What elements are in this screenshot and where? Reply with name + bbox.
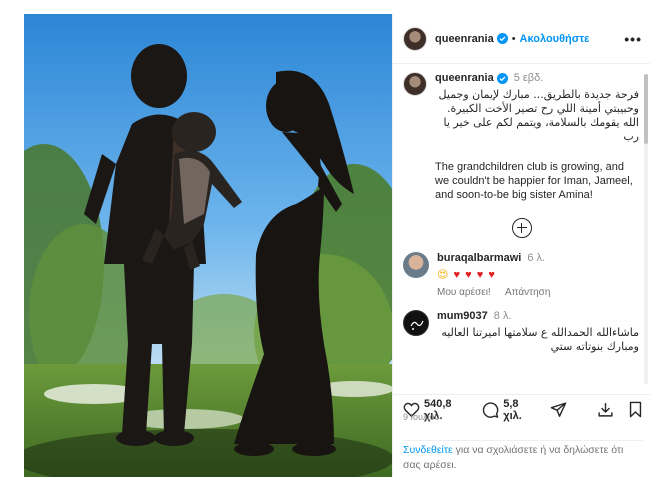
post-image — [24, 14, 392, 477]
caption-arabic-line: وحبيبتي أمينة اللي رح تصير الأخت الكبيرة… — [446, 102, 639, 115]
post-date[interactable]: 9 Ιουλίου — [403, 412, 439, 422]
download-icon — [598, 403, 613, 417]
caption-english: The grandchildren club is growing, and w… — [435, 161, 633, 201]
caption-arabic-line: رب — [623, 130, 639, 143]
comment-username[interactable]: buraqalbarmawi — [437, 252, 521, 264]
bookmark-icon — [629, 401, 642, 418]
comment-item: buraqalbarmawi 6 λ. 😍 ♥ ♥ ♥ ♥ Μου αρέσει… — [393, 252, 650, 298]
comment-actions: Μου αρέσει! Απάντηση — [437, 287, 639, 298]
login-prompt: Συνδεθείτε για να σχολιάσετε ή να δηλώσε… — [403, 440, 643, 473]
comment-username[interactable]: mum9037 — [437, 310, 488, 322]
caption-avatar[interactable] — [403, 72, 427, 96]
heart-eyes-emoji-icon: 😍 — [437, 269, 450, 281]
save-button[interactable] — [628, 401, 643, 418]
comment-avatar[interactable] — [403, 310, 429, 336]
share-icon — [550, 402, 567, 417]
login-link[interactable]: Συνδεθείτε — [403, 444, 453, 456]
comment-body: buraqalbarmawi 6 λ. 😍 ♥ ♥ ♥ ♥ Μου αρέσει… — [437, 252, 639, 298]
comment-item: mum9037 8 λ. ماشاءالله الحمدالله ع سلامت… — [393, 310, 650, 354]
instagram-post: queenrania • Ακολουθήστε ••• queenrania — [24, 14, 650, 477]
caption-username[interactable]: queenrania — [435, 72, 494, 84]
comments-count: 5,8 χιλ. — [503, 397, 522, 422]
post-sidebar: queenrania • Ακολουθήστε ••• queenrania — [392, 14, 650, 477]
comment-time[interactable]: 6 λ. — [527, 252, 545, 264]
avatar-calligraphy-icon — [410, 320, 424, 330]
red-heart-emoji-icon: ♥ — [476, 269, 485, 281]
comment-like-button[interactable]: Μου αρέσει! — [437, 287, 491, 298]
comment-icon — [483, 401, 499, 418]
caption-time[interactable]: 5 εβδ. — [514, 72, 544, 84]
header-username[interactable]: queenrania — [435, 33, 494, 45]
red-heart-emoji-icon: ♥ — [465, 269, 473, 281]
comment-avatar[interactable] — [403, 252, 429, 278]
scrollbar-thumb[interactable] — [644, 74, 648, 144]
post-photo[interactable] — [24, 14, 392, 477]
comments-list[interactable]: queenrania 5 εβδ. فرحة جديدة بالطريق... … — [393, 64, 650, 394]
comment-time[interactable]: 8 λ. — [494, 310, 512, 322]
comments-scrollbar[interactable] — [644, 74, 648, 384]
caption-arabic-line: الله يقومك بالسلامة، ويتمم لكم على خير ي… — [443, 116, 639, 129]
follow-button[interactable]: Ακολουθήστε — [520, 33, 590, 45]
header-separator: • — [511, 32, 516, 45]
more-options-icon[interactable]: ••• — [624, 31, 642, 47]
caption-arabic-line: فرحة جديدة بالطريق... مبارك لإيمان وجميل — [438, 88, 639, 101]
right-actions — [583, 401, 643, 418]
post-header: queenrania • Ακολουθήστε ••• — [393, 14, 650, 64]
comment-text: ماشاءالله الحمدالله ع سلامتها اميرتنا ال… — [441, 326, 639, 339]
verified-badge-icon — [496, 72, 508, 84]
add-comment-icon[interactable] — [512, 218, 532, 238]
comment-body: mum9037 8 λ. ماشاءالله الحمدالله ع سلامت… — [437, 310, 639, 354]
comment-header: mum9037 8 λ. — [437, 310, 639, 322]
verified-badge-icon — [496, 33, 508, 44]
comment-text: ومبارك بنوتاته ستي — [550, 340, 639, 353]
comment-reply-button[interactable]: Απάντηση — [505, 287, 550, 298]
caption-header: queenrania 5 εβδ. — [435, 72, 639, 84]
comment-header: buraqalbarmawi 6 λ. — [437, 252, 639, 264]
avatar[interactable] — [403, 26, 427, 51]
comment-button[interactable]: 5,8 χιλ. — [482, 398, 538, 422]
comment-emoji-text: 😍 ♥ ♥ ♥ ♥ — [437, 268, 639, 281]
caption: queenrania 5 εβδ. فرحة جديدة بالطريق... … — [393, 64, 650, 202]
red-heart-emoji-icon: ♥ — [488, 269, 496, 281]
download-button[interactable] — [597, 401, 614, 418]
red-heart-emoji-icon: ♥ — [453, 269, 462, 281]
caption-body: queenrania 5 εβδ. فرحة جديدة بالطريق... … — [435, 72, 639, 202]
share-button[interactable] — [550, 401, 571, 418]
